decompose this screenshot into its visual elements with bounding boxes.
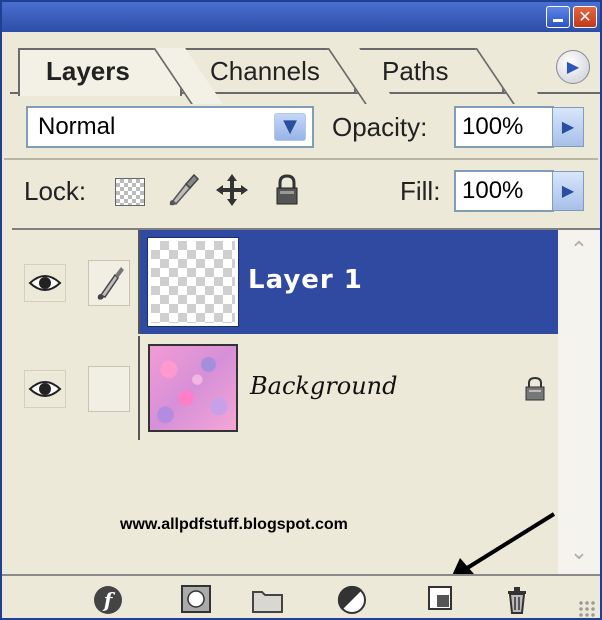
link-cell	[78, 230, 140, 334]
divider	[4, 158, 598, 160]
tab-layers[interactable]: Layers	[18, 48, 182, 96]
visibility-cell	[12, 336, 79, 440]
brush-icon[interactable]	[88, 260, 130, 306]
layers-panel: ✕ Layers Channels Paths ▶ Normal ▼ Opaci…	[0, 0, 602, 620]
layer-thumbnail	[147, 237, 239, 327]
eye-icon[interactable]	[24, 370, 66, 408]
title-bar: ✕	[2, 2, 600, 32]
layer-row-layer-1[interactable]: Layer 1	[12, 230, 558, 334]
add-mask-icon[interactable]	[180, 584, 214, 616]
eye-icon[interactable]	[24, 264, 66, 302]
lock-transparency-icon[interactable]	[115, 178, 145, 206]
blend-mode-value: Normal	[38, 113, 116, 140]
layer-name[interactable]: Background	[250, 366, 398, 406]
scroll-down-icon[interactable]: ⌄	[562, 536, 596, 570]
lock-image-pixels-icon[interactable]	[164, 172, 202, 208]
adjustment-layer-icon[interactable]	[336, 584, 370, 616]
chevron-down-icon[interactable]: ▼	[274, 113, 306, 141]
lock-label: Lock:	[24, 176, 87, 206]
layer-row-background[interactable]: Background	[12, 336, 558, 440]
opacity-input[interactable]: 100%	[454, 106, 554, 148]
visibility-cell	[12, 230, 79, 334]
minimize-button[interactable]	[546, 6, 570, 28]
layer-thumbnail	[148, 344, 238, 432]
new-group-icon[interactable]	[250, 584, 284, 616]
new-layer-icon[interactable]	[426, 584, 460, 616]
opacity-slider-button[interactable]: ▶	[552, 107, 584, 147]
opacity-label: Opacity:	[332, 112, 428, 142]
blend-mode-select[interactable]: Normal ▼	[26, 106, 314, 148]
add-layer-style-icon[interactable]: f	[92, 584, 126, 616]
lock-position-icon[interactable]	[214, 172, 250, 208]
layers-toolbar: f	[2, 574, 600, 618]
fill-input[interactable]: 100%	[454, 170, 554, 212]
tab-bar: Layers Channels Paths	[10, 42, 600, 96]
panel-menu-button[interactable]: ▶	[556, 50, 590, 84]
fill-label: Fill:	[400, 176, 441, 206]
close-button[interactable]: ✕	[573, 6, 597, 28]
lock-icon	[525, 376, 545, 401]
delete-layer-icon[interactable]	[504, 584, 538, 616]
fill-slider-button[interactable]: ▶	[552, 171, 584, 211]
link-cell	[78, 336, 140, 440]
lock-all-icon[interactable]	[274, 174, 300, 206]
layer-name[interactable]: Layer 1	[248, 260, 363, 300]
scroll-up-icon[interactable]: ⌃	[562, 234, 596, 268]
link-box[interactable]	[88, 366, 130, 412]
scrollbar[interactable]: ⌃ ⌄	[558, 228, 600, 576]
watermark-text: www.allpdfstuff.blogspot.com	[120, 516, 348, 533]
resize-grip[interactable]	[578, 600, 596, 618]
